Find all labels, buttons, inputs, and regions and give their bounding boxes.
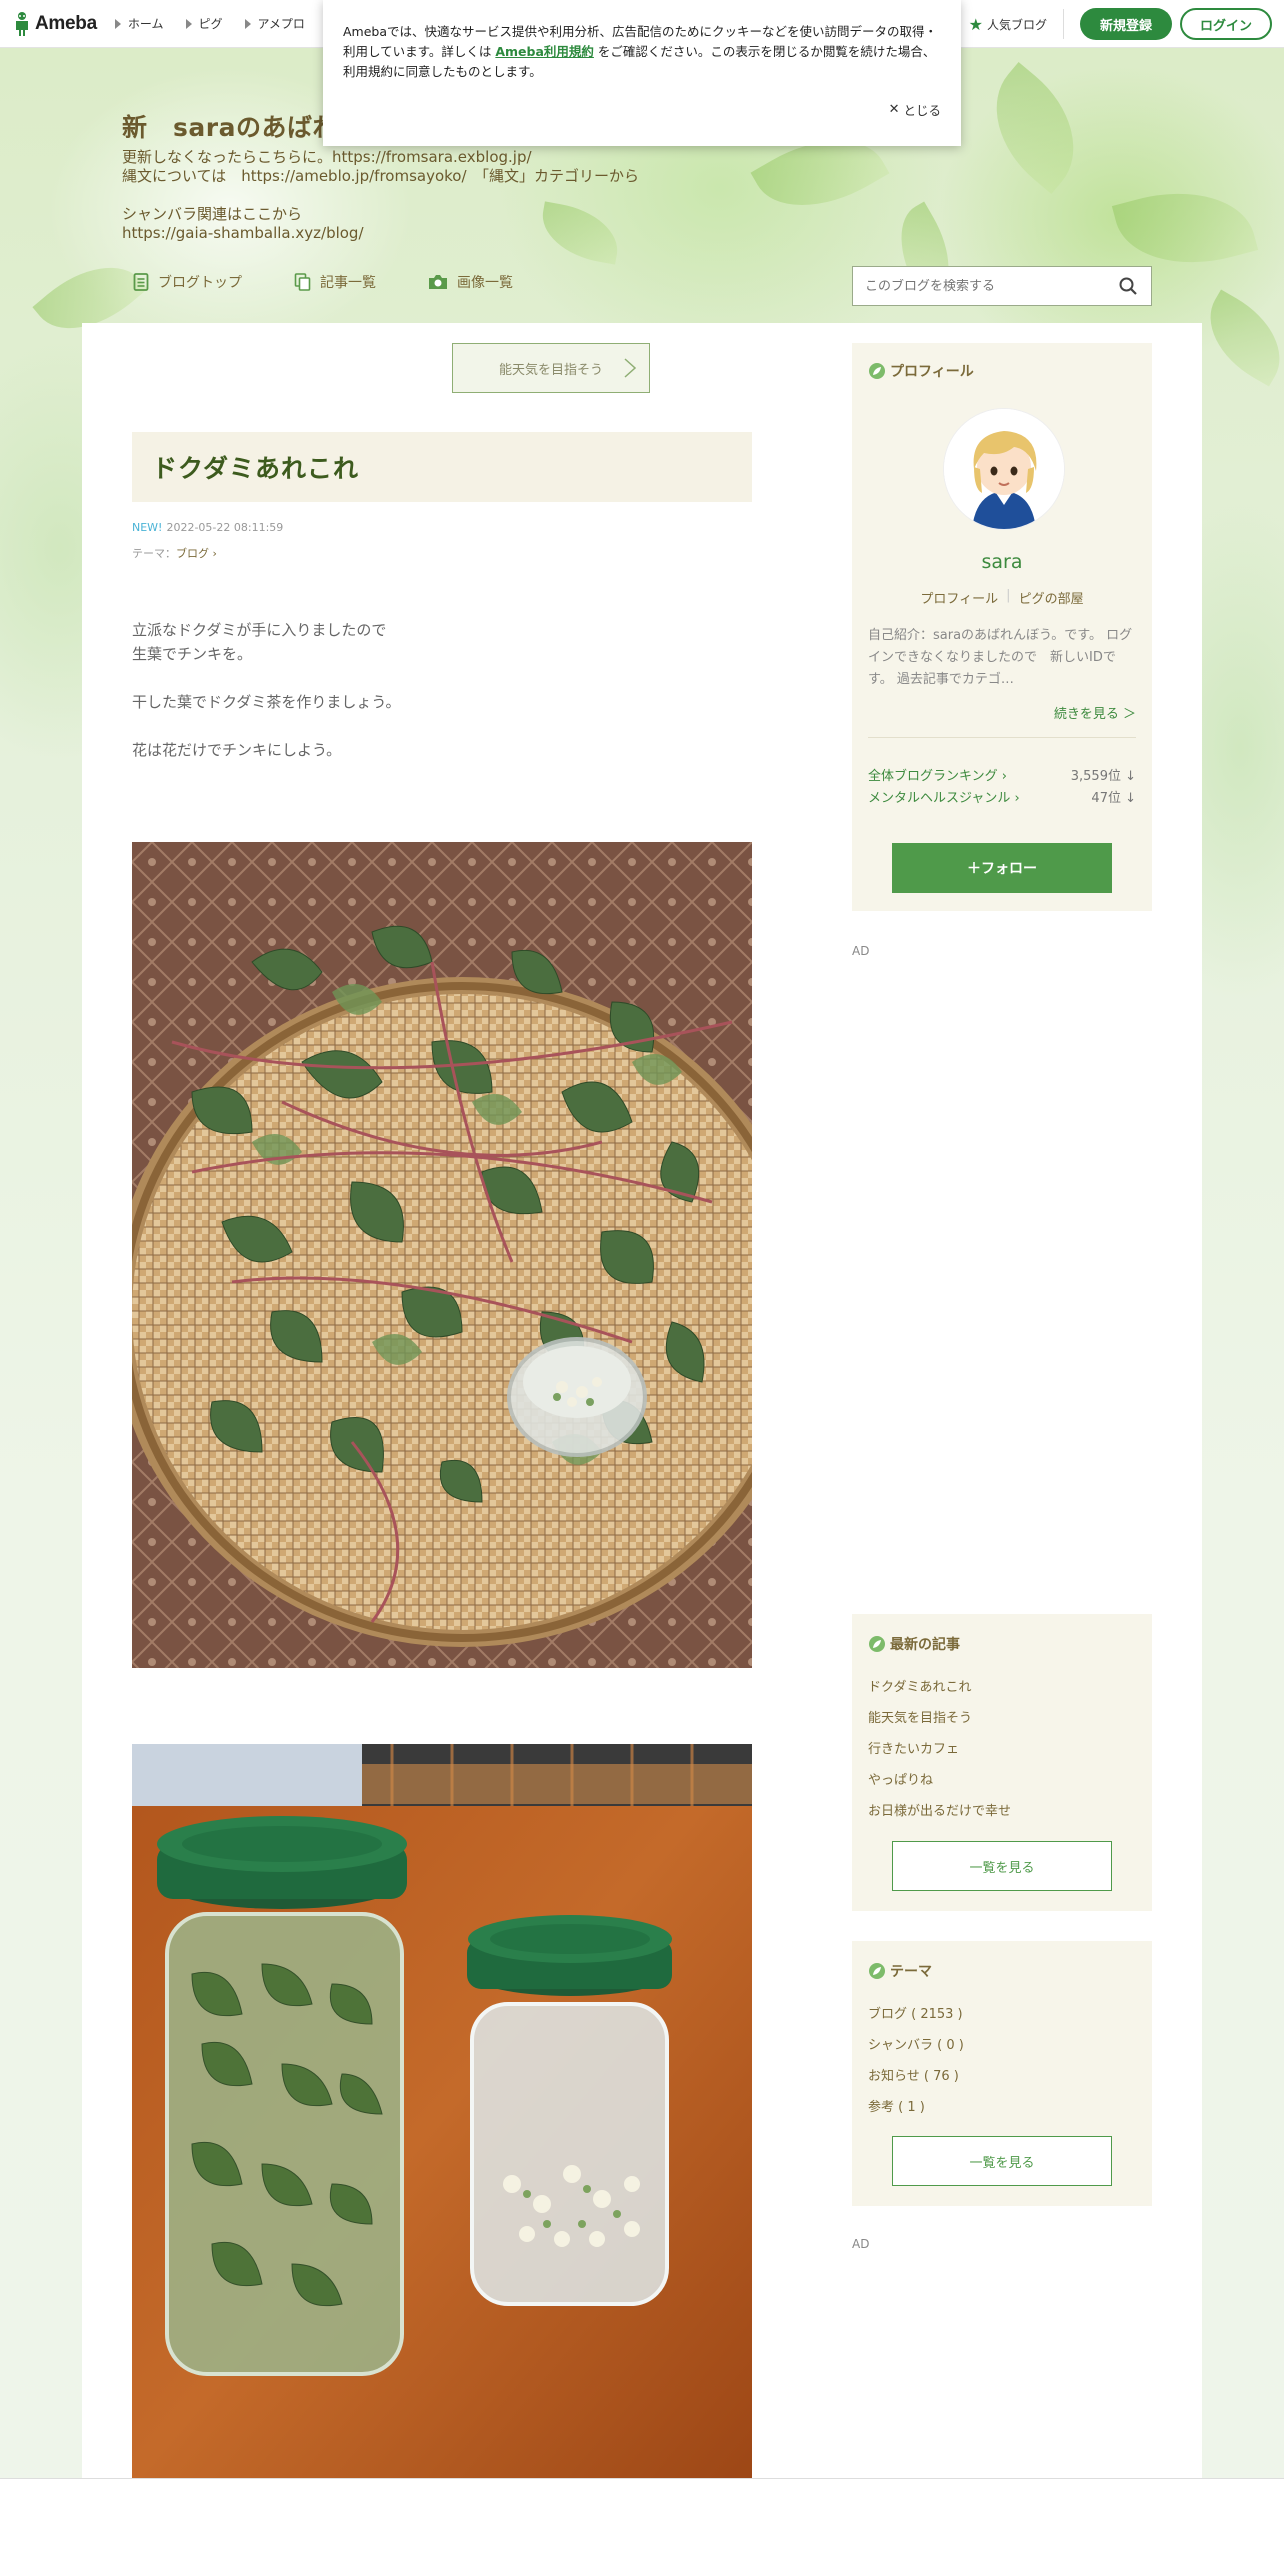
blog-search [852,266,1152,306]
login-button[interactable]: ログイン [1180,8,1272,40]
ad-label: AD [852,2237,870,2251]
divider: | [1006,588,1011,603]
entry-body-line: 花は花だけでチンキにしよう。 [132,741,342,759]
entry-photo-dokudami-basket[interactable] [132,842,752,1668]
ameba-logo-icon [12,11,32,37]
ameba-logo[interactable]: Ameba [12,11,97,37]
themes-heading: テーマ [868,1961,1136,1981]
list-item[interactable]: 行きたいカフェ [868,1738,1136,1769]
popular-blog-link[interactable]: ★ 人気ブログ [969,9,1064,39]
list-item[interactable]: 能天気を目指そう [868,1707,1136,1738]
themes-widget: テーマ ブログ ( 2153 ) シャンバラ ( 0 ) お知らせ ( 76 )… [852,1941,1152,2206]
chevron-right-icon [624,358,637,378]
nav-arrow-icon [114,18,121,29]
global-nav: ホーム ピグ アメプロ [114,15,327,32]
global-header-actions: ★ 人気ブログ 新規登録 ログイン [969,0,1272,48]
star-icon: ★ [968,14,983,34]
blog-nav-images[interactable]: 画像一覧 [428,272,513,292]
leaf-icon [868,1635,886,1653]
list-item[interactable]: お知らせ ( 76 ) [868,2065,1136,2096]
cookie-notice: Amebaでは、快適なサービス提供や利用分析、広告配信のためにクッキーなどを使い… [323,0,961,146]
entry-theme: テーマ：ブログ › [132,547,217,560]
new-badge: NEW! [132,521,163,534]
terms-link[interactable]: Ameba利用規約 [495,44,594,59]
camera-icon [428,274,448,290]
avatar[interactable] [944,409,1064,529]
entry-body-line: 干した葉でドクダミ茶を作りましょう。 [132,693,401,711]
ameba-logo-text: Ameba [35,12,97,34]
entry-body-line: 生葉でチンキを。 [132,645,253,663]
global-nav-home[interactable]: ホーム [114,15,164,32]
entry-title-box: ドクダミあれこれ [132,432,752,502]
list-item[interactable]: やっぱりね [868,1769,1136,1800]
list-item[interactable]: ブログ ( 2153 ) [868,2003,1136,2034]
copy-icon [294,273,311,291]
blog-search-input[interactable] [865,278,1105,294]
profile-links: プロフィール | ピグの部屋 [852,588,1152,607]
ad-label: AD [852,944,870,958]
global-nav-amepro[interactable]: アメプロ [244,15,305,32]
themes-list: ブログ ( 2153 ) シャンバラ ( 0 ) お知らせ ( 76 ) 参考 … [868,2003,1136,2127]
bottom-ad-bar [0,2478,1284,2568]
profile-intro: 自己紹介：saraのあばれんぼう。です。 ログインできなくなりましたので 新しい… [868,628,1133,687]
previous-entry-link[interactable]: 能天気を目指そう [452,343,650,393]
entry-body-line: 立派なドクダミが手に入りましたので [132,621,387,639]
document-icon [133,273,149,291]
entry-body-line [132,666,401,690]
blog-nav-entries[interactable]: 記事一覧 [294,272,376,292]
cookie-close-button[interactable]: ✕ とじる [889,100,941,119]
leaf-icon [868,362,886,380]
latest-entries-list: ドクダミあれこれ 能天気を目指そう 行きたいカフェ やっぱりね お日様が出るだけ… [868,1676,1136,1831]
entry-photo-tincture-jars[interactable] [132,1744,752,2478]
global-nav-pigg[interactable]: ピグ [185,15,223,32]
ranking-overall[interactable]: 全体ブログランキング › 3,559位 ↓ [868,765,1136,784]
list-item[interactable]: お日様が出るだけで幸せ [868,1800,1136,1831]
close-icon: ✕ [888,102,900,117]
list-item[interactable]: シャンバラ ( 0 ) [868,2034,1136,2065]
search-icon[interactable] [1119,277,1137,299]
chevron-right-icon: › [209,547,217,560]
follow-button[interactable]: ＋フォロー [892,843,1112,893]
plus-icon: ＋ [967,861,981,877]
entry-theme-link[interactable]: ブログ [176,547,209,560]
ranking-genre[interactable]: メンタルヘルスジャンル › 47位 ↓ [868,787,1136,806]
list-item[interactable]: 参考 ( 1 ) [868,2096,1136,2127]
profile-more-link[interactable]: 続きを見る ＞ [1054,703,1136,722]
latest-entries-more-button[interactable]: 一覧を見る [892,1841,1112,1891]
signup-button[interactable]: 新規登録 [1080,8,1172,40]
blog-nav: ブログトップ 記事一覧 画像一覧 [133,272,565,292]
profile-heading: プロフィール [868,361,1136,381]
pigg-room-link[interactable]: ピグの部屋 [1019,588,1084,607]
themes-more-button[interactable]: 一覧を見る [892,2136,1112,2186]
divider [868,737,1136,738]
nav-arrow-icon [185,18,192,29]
entry-body-line [132,714,401,738]
entry-title[interactable]: ドクダミあれこれ [152,449,359,485]
latest-entries-widget: 最新の記事 ドクダミあれこれ 能天気を目指そう 行きたいカフェ やっぱりね お日… [852,1614,1152,1911]
blog-description: 更新しなくなったらこちらに。https://fromsara.exblog.jp… [122,148,640,242]
entry-body: 立派なドクダミが手に入りましたので 生葉でチンキを。 干した葉でドクダミ茶を作り… [132,618,401,762]
list-item[interactable]: ドクダミあれこれ [868,1676,1136,1707]
nav-arrow-icon [244,18,251,29]
entry-date: NEW! 2022-05-22 08:11:59 [132,521,284,534]
latest-entries-heading: 最新の記事 [868,1634,1136,1654]
profile-name[interactable]: sara [852,551,1152,573]
profile-link[interactable]: プロフィール [920,588,998,607]
profile-widget: プロフィール sara プロフィール | ピグの部屋 自己紹介：saraのあばれ… [852,343,1152,911]
leaf-icon [868,1962,886,1980]
cookie-notice-text: Amebaでは、快適なサービス提供や利用分析、広告配信のためにクッキーなどを使い… [343,24,938,79]
blog-nav-top[interactable]: ブログトップ [133,272,242,292]
